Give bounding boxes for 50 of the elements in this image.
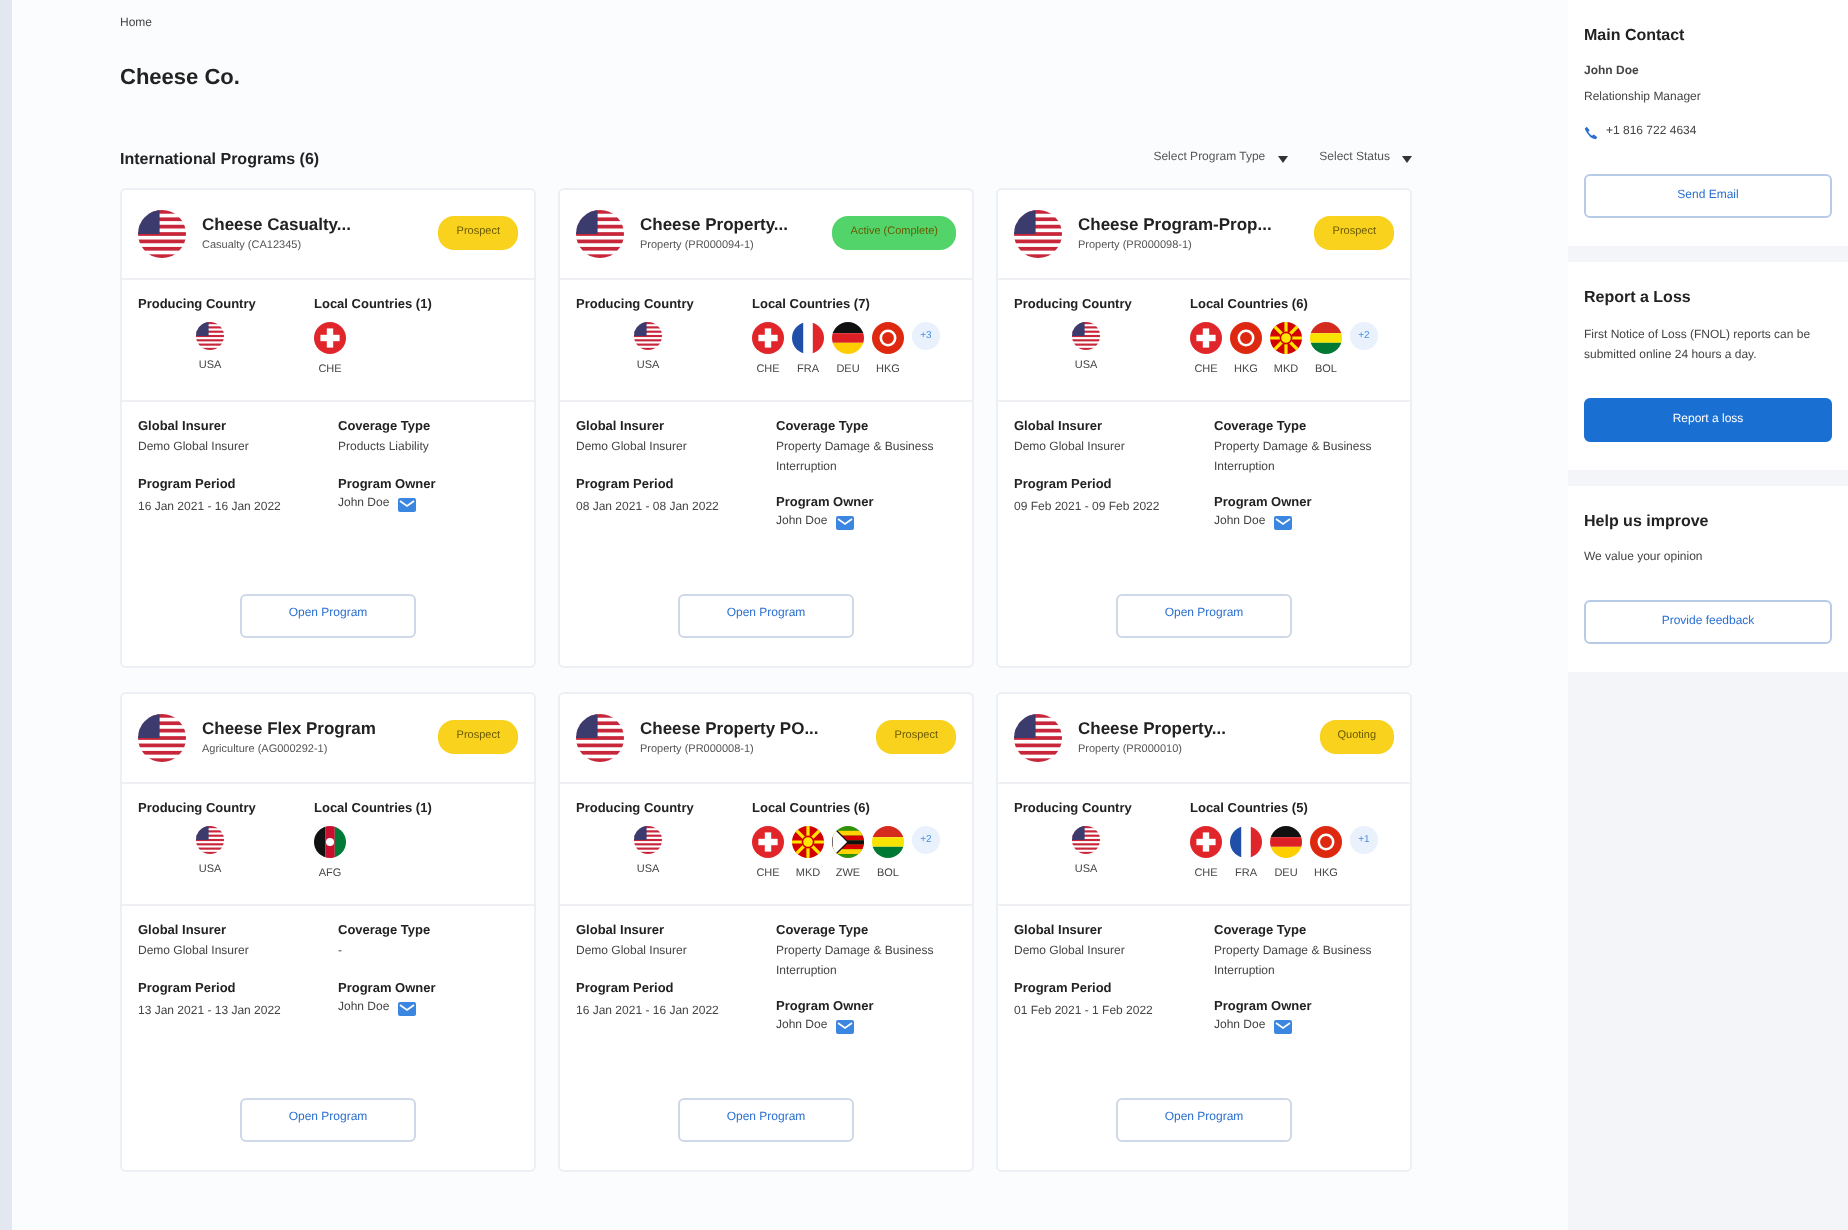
caret-icon xyxy=(1277,155,1288,163)
flag-icon xyxy=(1270,826,1302,859)
flag-icon xyxy=(1190,826,1222,859)
flag-icon xyxy=(872,826,904,859)
flag-icon xyxy=(138,713,186,761)
mail-icon[interactable] xyxy=(1273,1020,1292,1035)
flag-icon xyxy=(196,322,224,351)
flag-icon xyxy=(1190,322,1222,355)
flag-icon xyxy=(138,209,186,257)
flag-icon xyxy=(1072,826,1100,855)
program-name: Cheese Property... xyxy=(640,212,791,238)
flag-icon xyxy=(1230,322,1262,355)
mail-icon[interactable] xyxy=(397,497,416,512)
program-name: Cheese Flex Program xyxy=(202,716,378,742)
flag-icon xyxy=(1230,826,1262,859)
flag-icon xyxy=(752,322,784,355)
flag-icon xyxy=(576,209,624,257)
flag-icon xyxy=(634,322,662,351)
flag-icon xyxy=(752,826,784,859)
panel-title: Report a Loss xyxy=(1584,286,1693,310)
flag-icon xyxy=(1310,826,1342,859)
program-name: Cheese Property PO... xyxy=(640,716,821,742)
mail-icon[interactable] xyxy=(835,516,854,531)
flag-icon xyxy=(196,826,224,855)
phone-icon xyxy=(1584,126,1598,140)
mail-icon[interactable] xyxy=(397,1001,416,1016)
flag-icon xyxy=(832,322,864,355)
flag-icon xyxy=(832,826,864,859)
flag-icon xyxy=(792,826,824,859)
program-name: Cheese Program-Prop... xyxy=(1078,212,1274,238)
mail-icon[interactable] xyxy=(835,1020,854,1035)
flag-icon xyxy=(314,826,346,859)
flag-icon xyxy=(576,713,624,761)
program-name: Cheese Property... xyxy=(1078,716,1229,742)
panel-title: Help us improve xyxy=(1584,510,1711,535)
flag-icon xyxy=(1014,713,1062,761)
flag-icon xyxy=(792,322,824,355)
flag-icon xyxy=(1072,322,1100,351)
flag-icon xyxy=(1270,322,1302,355)
program-name: Cheese Casualty... xyxy=(202,212,353,238)
mail-icon[interactable] xyxy=(1273,516,1292,531)
flag-icon xyxy=(1310,322,1342,355)
page-title: Cheese Co. xyxy=(120,64,242,94)
flag-icon xyxy=(314,322,346,355)
panel-title: Main Contact xyxy=(1584,24,1687,48)
flag-icon xyxy=(872,322,904,355)
flag-icon xyxy=(1014,209,1062,257)
flag-icon xyxy=(634,826,662,855)
caret-icon xyxy=(1402,155,1412,163)
section-title: International Programs (6) xyxy=(120,147,320,171)
